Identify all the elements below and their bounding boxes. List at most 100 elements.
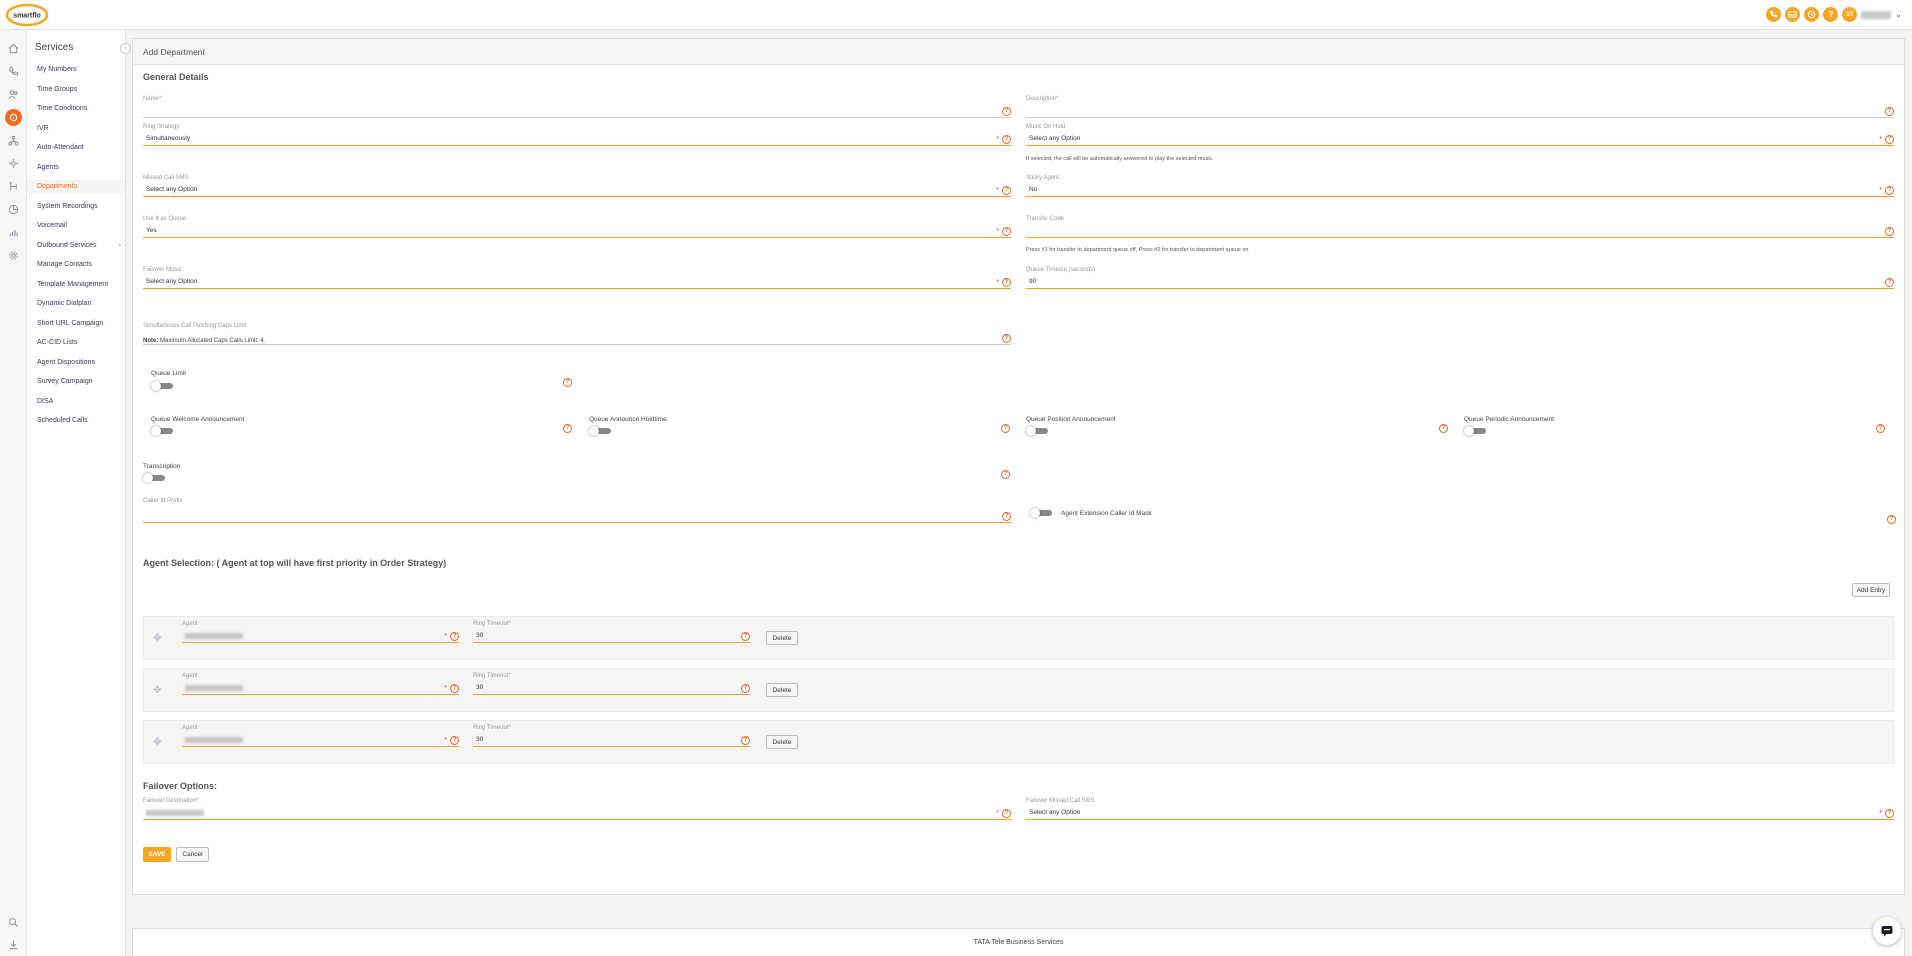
collapse-sidebar-icon[interactable]: ‹ <box>120 43 131 54</box>
ring-timeout-field[interactable]: Ring Timeout* 30? <box>473 673 750 695</box>
sim-call-limit-field[interactable]: Simultaneous Call Patching Caps Limit ? <box>143 323 1011 345</box>
ring-timeout-field[interactable]: Ring Timeout* 30? <box>473 621 750 643</box>
failover-music-select[interactable]: Failover Music Select any Option * ? <box>143 267 1011 289</box>
sidebar-item-ac-cid-lists[interactable]: AC-CID Lists <box>27 336 125 350</box>
help-icon[interactable]: ? <box>741 684 750 693</box>
sidebar-item-time-conditions[interactable]: Time Conditions <box>27 102 125 116</box>
sidebar-item-system-recordings[interactable]: System Recordings <box>27 200 125 214</box>
help-icon[interactable]: ? <box>1885 809 1894 818</box>
hierarchy-icon[interactable] <box>6 133 21 148</box>
queue-timeout-field[interactable]: Queue Timeout (seconds) 90 ? <box>1026 267 1894 289</box>
ring-timeout-field[interactable]: Ring Timeout* 30? <box>473 725 750 747</box>
help-icon[interactable]: ? <box>1002 135 1011 144</box>
help-icon[interactable]: ? <box>741 736 750 745</box>
failover-missed-sms-select[interactable]: Failover Missed Call SMS Select any Opti… <box>1026 798 1894 820</box>
transfer-code-field[interactable]: Transfer Code ? <box>1026 216 1894 238</box>
drag-handle-icon[interactable]: ✥ <box>152 685 163 696</box>
settings-network-icon[interactable] <box>6 156 21 171</box>
help-icon[interactable]: ? <box>1002 512 1011 521</box>
help-icon[interactable]: ? <box>450 684 459 693</box>
sidebar-item-time-groups[interactable]: Time Groups <box>27 83 125 97</box>
queue-periodic-toggle[interactable] <box>1464 426 1486 436</box>
caller-id-prefix-field[interactable]: Caller Id Prefix ? <box>143 498 1011 523</box>
sidebar-item-outbound-services[interactable]: Outbound Services › <box>27 239 125 253</box>
failover-destination-select[interactable]: Failover Destination* * ? <box>143 798 1011 820</box>
services-icon[interactable] <box>5 109 22 126</box>
drag-handle-icon[interactable]: ✥ <box>152 737 163 748</box>
sidebar-item-survey-campaign[interactable]: Survey Campaign <box>27 375 125 389</box>
inbox-icon[interactable] <box>1785 7 1801 22</box>
name-field[interactable]: Name* ? <box>143 96 1011 118</box>
sticky-agent-select[interactable]: Sticky Agent No * ? <box>1026 175 1894 197</box>
help-icon[interactable]: ? <box>563 424 572 433</box>
sidebar-item-my-numbers[interactable]: My Numbers <box>27 63 125 77</box>
delete-button[interactable]: Delete <box>766 683 798 697</box>
music-on-hold-select[interactable]: Music On Hold Select any Option * ? <box>1026 124 1894 146</box>
sidebar-item-short-url-campaign[interactable]: Short URL Campaign <box>27 317 125 331</box>
help-icon[interactable]: ? <box>1002 809 1011 818</box>
description-field[interactable]: Description* ? <box>1026 96 1894 118</box>
search-icon[interactable] <box>6 915 21 930</box>
help-icon[interactable]: ? <box>1002 186 1011 195</box>
sidebar-item-departments[interactable]: Departments <box>27 180 125 194</box>
agent-select[interactable]: Agent *? <box>182 621 459 643</box>
delete-button[interactable]: Delete <box>766 631 798 645</box>
download-icon[interactable] <box>6 937 21 952</box>
gear-icon[interactable] <box>6 248 21 263</box>
sidebar-item-manage-contacts[interactable]: Manage Contacts <box>27 258 125 272</box>
help-icon[interactable]: ? <box>1885 186 1894 195</box>
user-name[interactable] <box>1861 10 1892 19</box>
sidebar-item-scheduled-calls[interactable]: Scheduled Calls <box>27 414 125 428</box>
help-icon[interactable]: ? <box>563 378 572 387</box>
phone-nav-icon[interactable] <box>6 64 21 79</box>
chevron-down-icon[interactable]: ⌄ <box>1895 10 1902 19</box>
home-icon[interactable] <box>6 41 21 56</box>
transcription-toggle[interactable] <box>143 473 165 483</box>
help-icon[interactable]: ? <box>1887 515 1896 524</box>
sidebar-item-agent-dispositions[interactable]: Agent Dispositions <box>27 356 125 370</box>
add-entry-button[interactable]: Add Entry <box>1852 583 1890 597</box>
queue-welcome-toggle[interactable] <box>151 426 173 436</box>
ring-strategy-select[interactable]: Ring Strategy Simultaneously * ? <box>143 124 1011 146</box>
queue-position-toggle[interactable] <box>1026 426 1048 436</box>
chevron-right-icon[interactable]: › <box>119 239 121 253</box>
sidebar-item-voicemail[interactable]: Voicemail <box>27 219 125 233</box>
help-icon[interactable]: ? <box>1876 424 1885 433</box>
smartflo-logo[interactable]: smartflo <box>5 3 49 27</box>
use-as-queue-select[interactable]: Use It as Queue Yes * ? <box>143 216 1011 238</box>
help-icon[interactable]: ? <box>1002 278 1011 287</box>
drag-handle-icon[interactable]: ✥ <box>152 633 163 644</box>
missed-call-sms-select[interactable]: Missed Call SMS Select any Option * ? <box>143 175 1011 197</box>
sidebar-item-disa[interactable]: DISA <box>27 395 125 409</box>
agent-ext-mask-toggle[interactable] <box>1030 508 1052 518</box>
sidebar-item-agents[interactable]: Agents <box>27 161 125 175</box>
cancel-button[interactable]: Cancel <box>176 847 209 862</box>
agent-select[interactable]: Agent *? <box>182 673 459 695</box>
phone-icon[interactable] <box>1766 7 1782 22</box>
help-icon[interactable]: ? <box>450 632 459 641</box>
help-icon[interactable]: ? <box>1002 227 1011 236</box>
delete-button[interactable]: Delete <box>766 735 798 749</box>
help-icon[interactable]: ? <box>1885 135 1894 144</box>
help-icon[interactable]: ? <box>1885 227 1894 236</box>
help-icon[interactable]: ? <box>1001 470 1010 479</box>
help-icon[interactable]: ? <box>1002 107 1011 116</box>
bar-chart-icon[interactable] <box>6 225 21 240</box>
sidebar-item-auto-attendant[interactable]: Auto-Attendant <box>27 141 125 155</box>
avatar[interactable]: ST <box>1842 7 1858 22</box>
integrations-icon[interactable] <box>6 179 21 194</box>
help-icon[interactable]: ? <box>1823 7 1839 22</box>
sidebar-item-template-management[interactable]: Template Management <box>27 278 125 292</box>
help-icon[interactable]: ? <box>1885 278 1894 287</box>
agent-select[interactable]: Agent *? <box>182 725 459 747</box>
save-button[interactable]: SAVE <box>143 847 171 862</box>
pie-chart-icon[interactable] <box>6 202 21 217</box>
users-icon[interactable] <box>6 87 21 102</box>
sidebar-item-ivr[interactable]: IVR <box>27 122 125 136</box>
help-icon[interactable]: ? <box>450 736 459 745</box>
help-icon[interactable]: ? <box>1439 424 1448 433</box>
queue-limit-toggle[interactable] <box>151 381 173 391</box>
help-icon[interactable]: ? <box>1885 107 1894 116</box>
call-log-icon[interactable] <box>1804 7 1820 22</box>
sidebar-item-dynamic-dialplan[interactable]: Dynamic Dialplan <box>27 297 125 311</box>
